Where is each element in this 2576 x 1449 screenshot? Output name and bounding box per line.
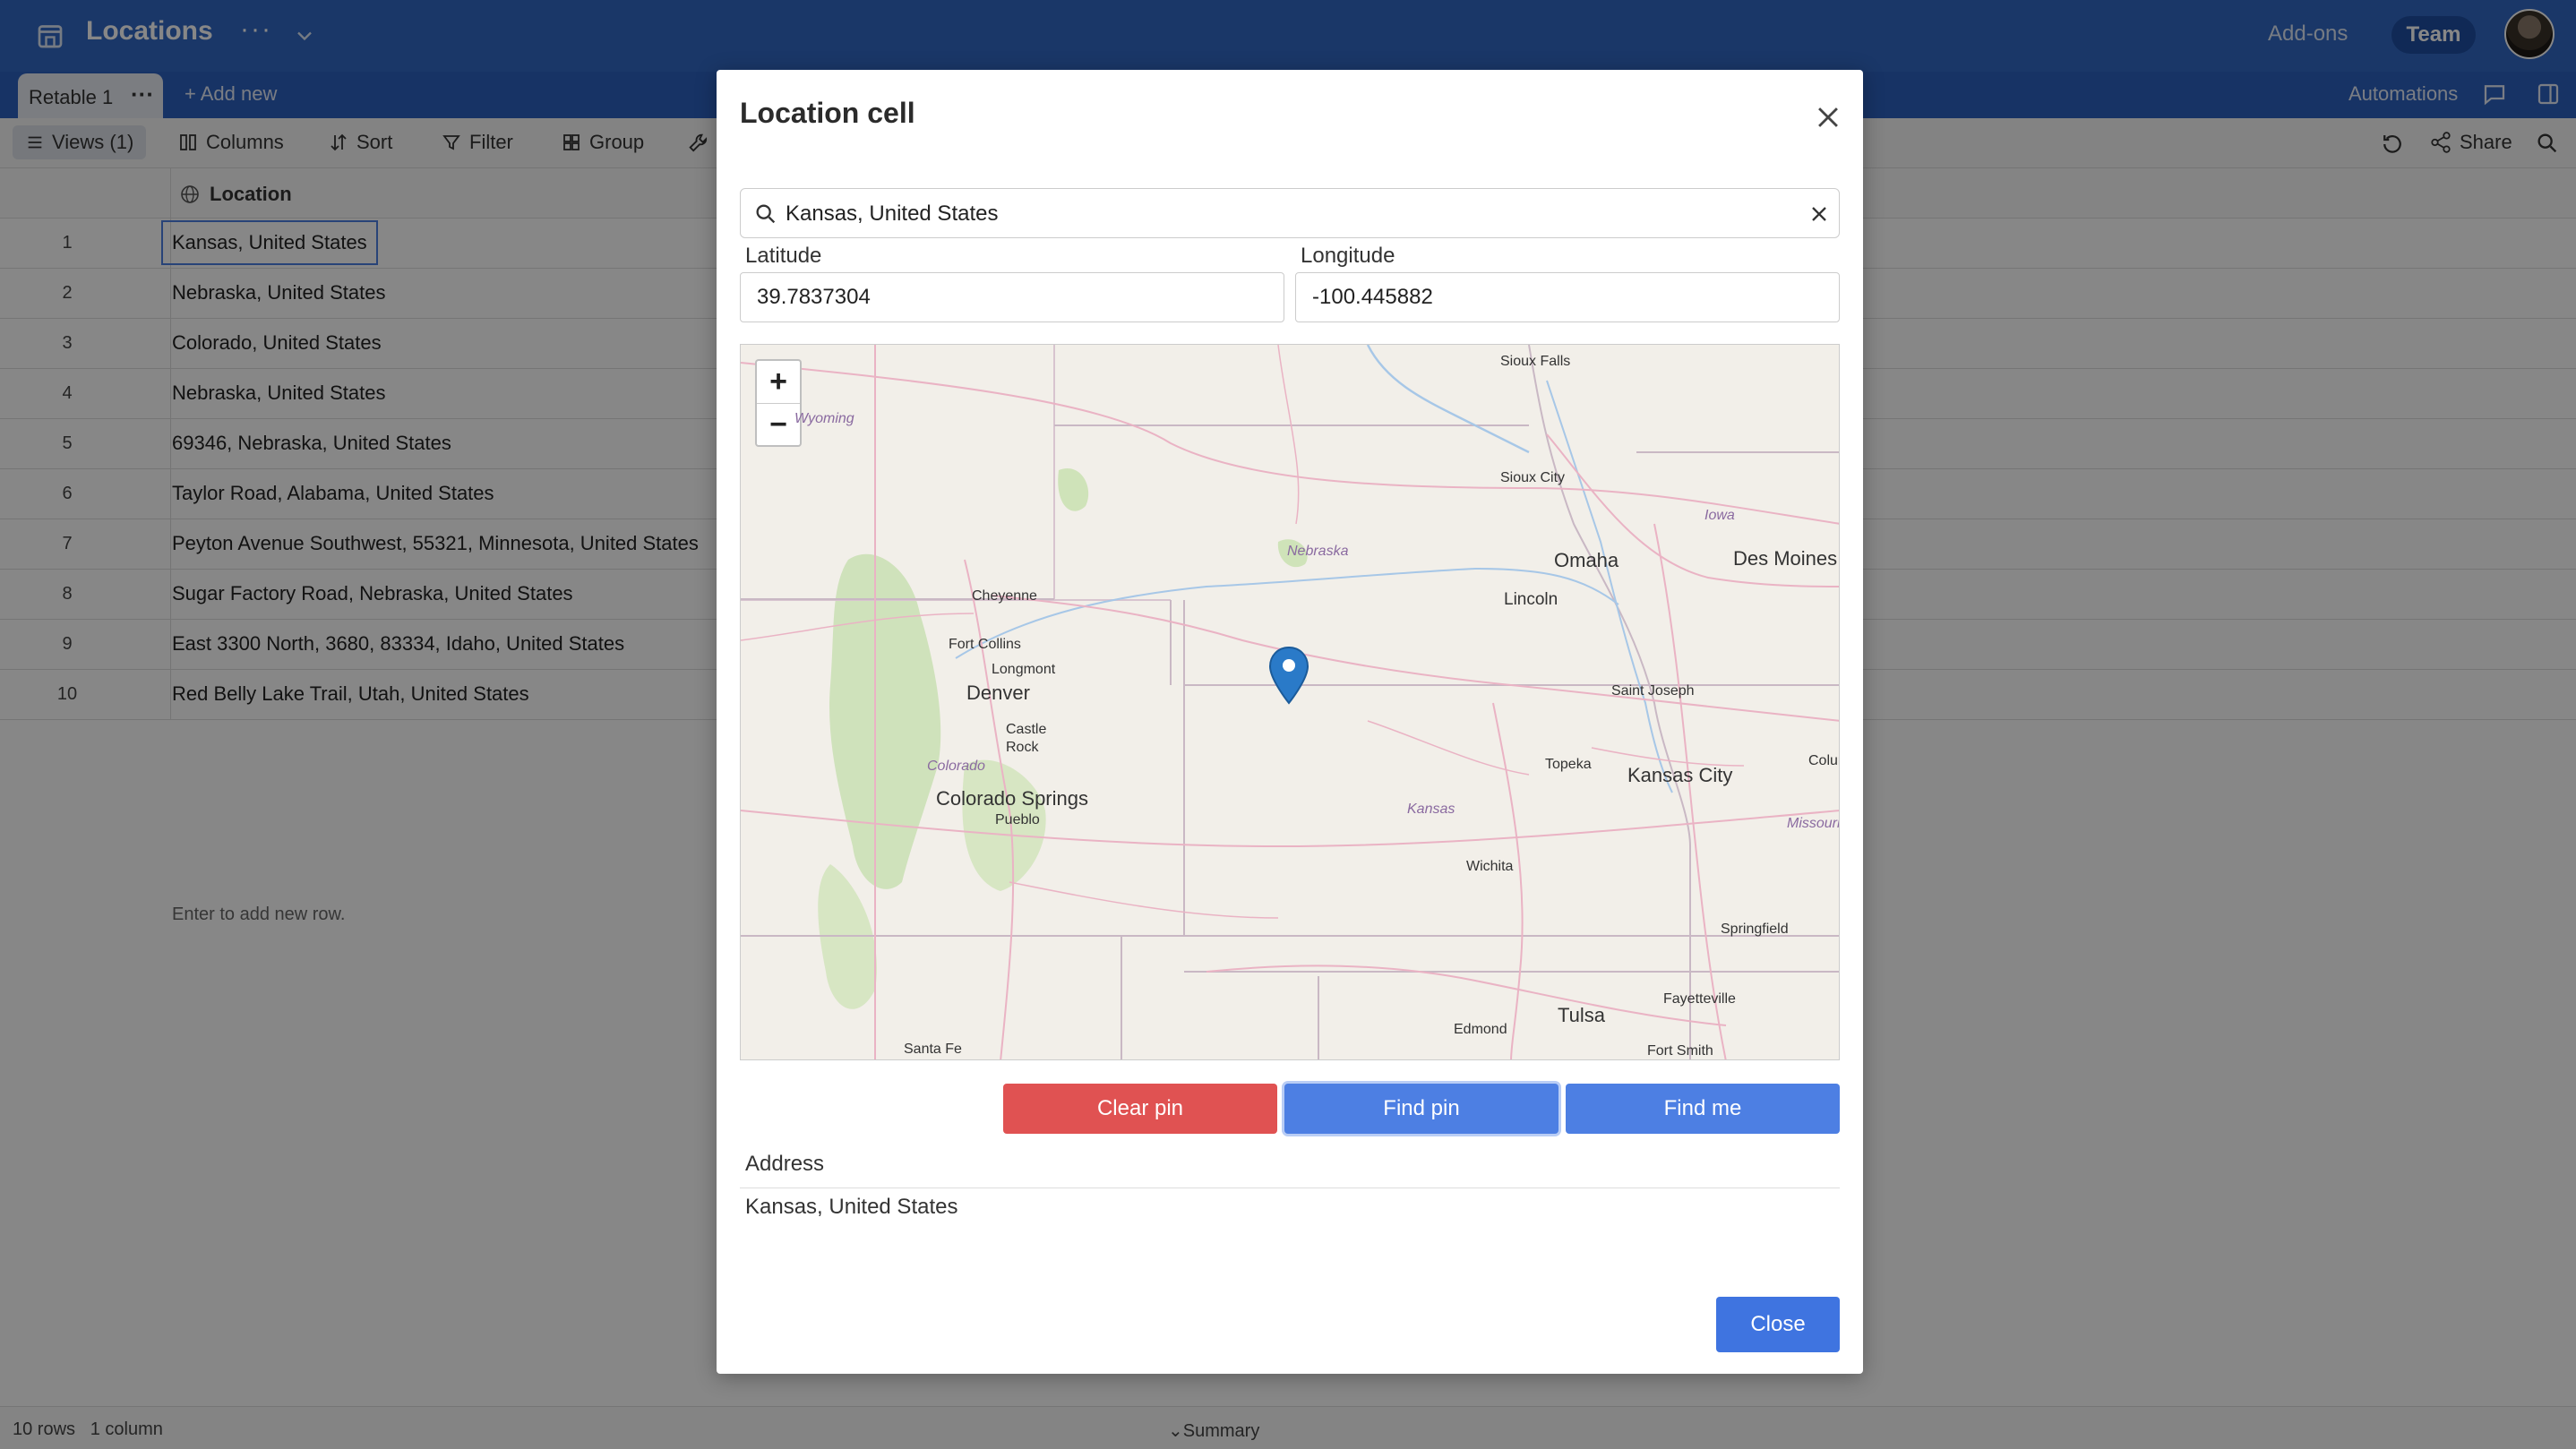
map-label: Kansas City bbox=[1627, 764, 1733, 786]
latitude-field[interactable] bbox=[740, 272, 1284, 322]
map-view[interactable]: + − Sioux Falls Wyoming Sioux City Iowa … bbox=[740, 344, 1840, 1060]
search-icon bbox=[756, 204, 776, 224]
location-search bbox=[740, 188, 1840, 238]
map-label: Wyoming bbox=[794, 411, 854, 426]
app-root: Locations ··· Add-ons Team Retable 1 ···… bbox=[0, 0, 2576, 1449]
find-me-button[interactable]: Find me bbox=[1566, 1084, 1840, 1134]
location-cell-dialog: Location cell Latitude Longitude bbox=[717, 70, 1863, 1374]
map-label: Columb bbox=[1808, 753, 1839, 768]
zoom-in-button[interactable]: + bbox=[757, 361, 800, 403]
map-label: Saint Joseph bbox=[1611, 683, 1695, 699]
find-pin-button[interactable]: Find pin bbox=[1284, 1084, 1558, 1134]
map-label: Topeka bbox=[1545, 757, 1592, 772]
close-icon[interactable] bbox=[1813, 102, 1843, 133]
map-label: Sioux City bbox=[1500, 470, 1566, 485]
address-divider bbox=[740, 1187, 1840, 1188]
map-label: Omaha bbox=[1554, 549, 1619, 571]
dialog-title: Location cell bbox=[740, 97, 915, 129]
map-label: Fort Collins bbox=[949, 637, 1021, 652]
map-label: Sioux Falls bbox=[1500, 354, 1571, 369]
address-value: Kansas, United States bbox=[745, 1195, 958, 1219]
map-label: Lincoln bbox=[1504, 590, 1558, 609]
map-pin-icon[interactable] bbox=[1267, 646, 1310, 705]
map-label: Santa Fe bbox=[904, 1042, 962, 1057]
map-label: Edmond bbox=[1454, 1022, 1507, 1037]
map-label: Pueblo bbox=[995, 812, 1040, 827]
address-label: Address bbox=[745, 1152, 825, 1176]
clear-search-icon[interactable] bbox=[1807, 201, 1832, 227]
close-button[interactable]: Close bbox=[1716, 1297, 1840, 1352]
zoom-out-button[interactable]: − bbox=[757, 403, 800, 445]
map-label: Cheyenne bbox=[972, 588, 1037, 604]
map-label: Nebraska bbox=[1287, 544, 1349, 559]
map-label: Iowa bbox=[1704, 508, 1735, 523]
map-label: Colorado bbox=[927, 759, 985, 774]
location-search-input[interactable] bbox=[786, 196, 1771, 232]
map-label: Fayetteville bbox=[1663, 991, 1736, 1007]
map-label: Wichita bbox=[1466, 859, 1514, 874]
map-label: Missouri bbox=[1787, 816, 1840, 831]
map-label: Longmont bbox=[992, 662, 1056, 677]
map-label: Kansas bbox=[1407, 802, 1455, 817]
clear-pin-button[interactable]: Clear pin bbox=[1003, 1084, 1277, 1134]
map-label: Springfield bbox=[1721, 922, 1789, 937]
map-label: Des Moines bbox=[1733, 547, 1838, 570]
longitude-field[interactable] bbox=[1295, 272, 1840, 322]
map-zoom-control: + − bbox=[755, 359, 802, 447]
map-label: Fort Smith bbox=[1647, 1043, 1713, 1059]
map-label: Colorado Springs bbox=[936, 787, 1088, 810]
latitude-label: Latitude bbox=[745, 244, 822, 268]
longitude-label: Longitude bbox=[1301, 244, 1395, 268]
map-label: Castle Rock bbox=[1006, 722, 1047, 755]
map-label: Tulsa bbox=[1558, 1004, 1605, 1026]
map-label: Denver bbox=[966, 682, 1030, 704]
